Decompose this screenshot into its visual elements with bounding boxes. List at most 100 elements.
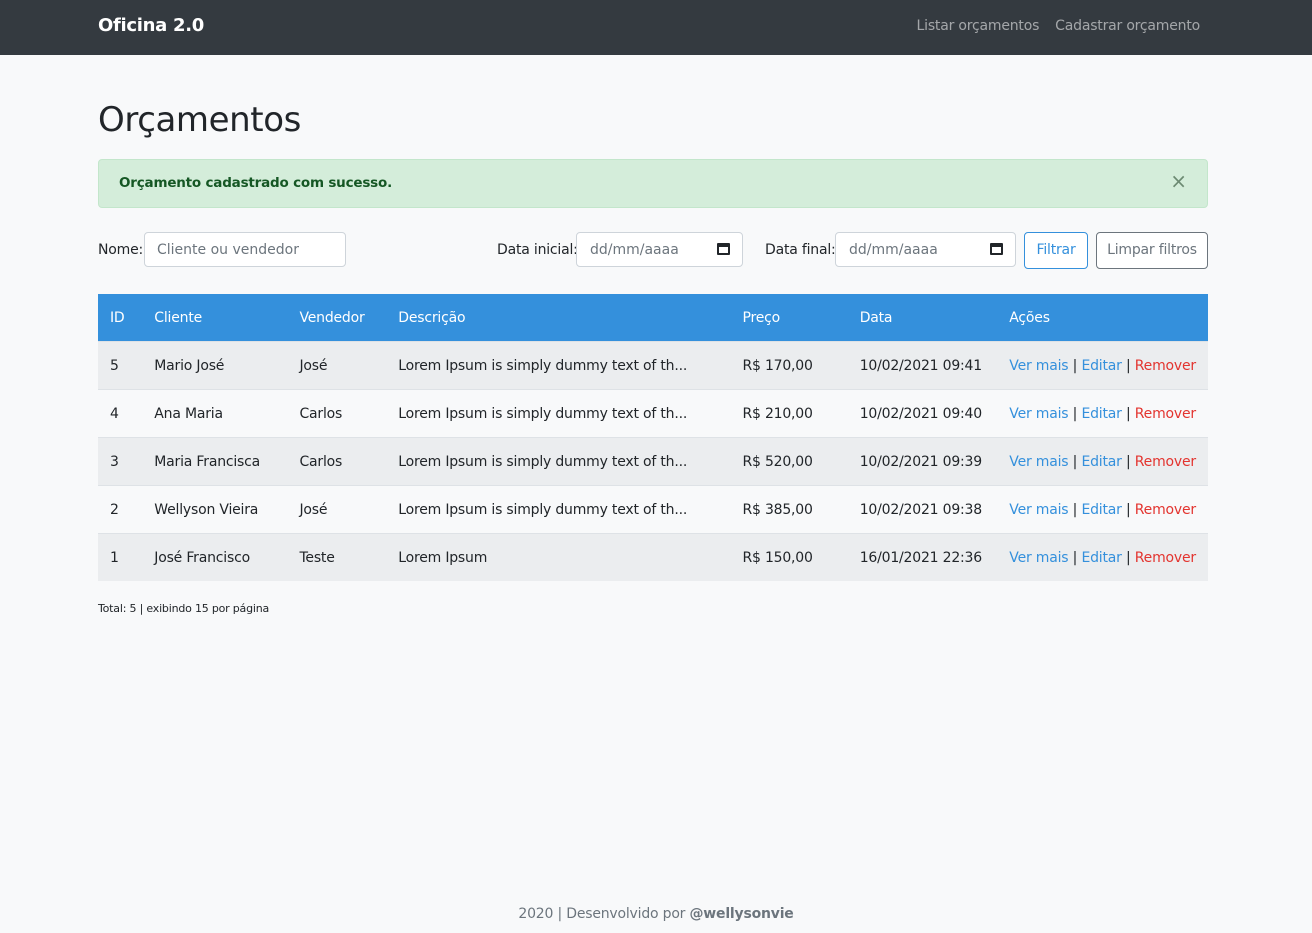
action-separator: | bbox=[1072, 501, 1078, 518]
cell-preco: R$ 150,00 bbox=[730, 533, 848, 581]
nav-link-listar[interactable]: Listar orçamentos bbox=[917, 18, 1040, 34]
action-separator: | bbox=[1072, 405, 1078, 422]
header-id: ID bbox=[110, 309, 125, 326]
start-date-placeholder: dd/mm/aaaa bbox=[590, 242, 679, 258]
footer: 2020 | Desenvolvido por @wellysonvie bbox=[0, 906, 1312, 922]
filter-form: Nome: Cliente ou vendedor Data inicial: … bbox=[98, 232, 1208, 269]
action-separator: | bbox=[1125, 453, 1131, 470]
action-separator: | bbox=[1072, 549, 1078, 566]
cell-id: 3 bbox=[98, 437, 143, 486]
action-separator: | bbox=[1125, 501, 1131, 518]
cell-vendedor: Carlos bbox=[287, 389, 387, 438]
nav-links: Listar orçamentos Cadastrar orçamento bbox=[917, 18, 1201, 34]
start-date-label: Data inicial: bbox=[497, 242, 578, 258]
name-label: Nome: bbox=[98, 242, 144, 258]
cell-acoes: Ver mais | Editar | Remover bbox=[997, 437, 1208, 486]
cell-acoes: Ver mais | Editar | Remover bbox=[997, 341, 1208, 390]
remove-link[interactable]: Remover bbox=[1135, 358, 1196, 374]
view-more-link[interactable]: Ver mais bbox=[1009, 406, 1068, 422]
view-more-link[interactable]: Ver mais bbox=[1009, 454, 1068, 470]
end-date-label: Data final: bbox=[765, 242, 836, 258]
action-separator: | bbox=[1072, 357, 1078, 374]
filter-button[interactable]: Filtrar bbox=[1024, 232, 1088, 269]
end-date-placeholder: dd/mm/aaaa bbox=[849, 242, 938, 258]
header-cliente: Cliente bbox=[154, 309, 203, 326]
navbar: Oficina 2.0 Listar orçamentos Cadastrar … bbox=[0, 0, 1312, 55]
clear-filters-button[interactable]: Limpar filtros bbox=[1096, 232, 1208, 269]
cell-descricao: Lorem Ipsum bbox=[386, 533, 731, 581]
cell-vendedor: Carlos bbox=[287, 437, 387, 486]
cell-cliente: Mario José bbox=[142, 341, 288, 390]
end-date-input[interactable]: dd/mm/aaaa bbox=[835, 232, 1016, 267]
action-separator: | bbox=[1072, 453, 1078, 470]
nav-link-cadastrar[interactable]: Cadastrar orçamento bbox=[1055, 18, 1200, 34]
cell-preco: R$ 170,00 bbox=[730, 341, 848, 390]
cell-cliente: José Francisco bbox=[142, 533, 288, 581]
cell-data: 10/02/2021 09:38 bbox=[847, 485, 998, 534]
action-separator: | bbox=[1125, 405, 1131, 422]
header-data: Data bbox=[859, 309, 893, 326]
alert-message: Orçamento cadastrado com sucesso. bbox=[119, 175, 393, 191]
header-preco: Preço bbox=[742, 309, 780, 326]
close-icon[interactable]: × bbox=[1170, 171, 1187, 191]
cell-id: 4 bbox=[98, 389, 143, 438]
page-title: Orçamentos bbox=[98, 100, 301, 140]
name-search-placeholder: Cliente ou vendedor bbox=[157, 242, 299, 258]
view-more-link[interactable]: Ver mais bbox=[1009, 502, 1068, 518]
table-row: 1 José Francisco Teste Lorem Ipsum R$ 15… bbox=[98, 533, 1208, 581]
cell-preco: R$ 210,00 bbox=[730, 389, 848, 438]
table-row: 3 Maria Francisca Carlos Lorem Ipsum is … bbox=[98, 437, 1208, 486]
cell-data: 16/01/2021 22:36 bbox=[847, 533, 998, 581]
cell-data: 10/02/2021 09:41 bbox=[847, 341, 998, 390]
pagination-summary: Total: 5 | exibindo 15 por página bbox=[98, 602, 270, 615]
name-search-input[interactable]: Cliente ou vendedor bbox=[144, 232, 346, 267]
remove-link[interactable]: Remover bbox=[1135, 454, 1196, 470]
view-more-link[interactable]: Ver mais bbox=[1009, 358, 1068, 374]
edit-link[interactable]: Editar bbox=[1081, 454, 1121, 470]
action-separator: | bbox=[1125, 549, 1131, 566]
remove-link[interactable]: Remover bbox=[1135, 406, 1196, 422]
cell-cliente: Maria Francisca bbox=[142, 437, 288, 486]
remove-link[interactable]: Remover bbox=[1135, 502, 1196, 518]
cell-acoes: Ver mais | Editar | Remover bbox=[997, 485, 1208, 534]
edit-link[interactable]: Editar bbox=[1081, 502, 1121, 518]
success-alert: Orçamento cadastrado com sucesso. × bbox=[98, 159, 1208, 208]
table-row: 4 Ana Maria Carlos Lorem Ipsum is simply… bbox=[98, 389, 1208, 438]
footer-text: 2020 | Desenvolvido por bbox=[518, 906, 690, 922]
calendar-icon[interactable] bbox=[717, 243, 730, 255]
calendar-icon[interactable] bbox=[990, 243, 1003, 255]
cell-preco: R$ 385,00 bbox=[730, 485, 848, 534]
cell-preco: R$ 520,00 bbox=[730, 437, 848, 486]
cell-vendedor: José bbox=[287, 341, 387, 390]
edit-link[interactable]: Editar bbox=[1081, 406, 1121, 422]
cell-acoes: Ver mais | Editar | Remover bbox=[997, 533, 1208, 581]
cell-id: 5 bbox=[98, 341, 143, 390]
footer-author[interactable]: @wellysonvie bbox=[690, 906, 794, 922]
table-row: 5 Mario José José Lorem Ipsum is simply … bbox=[98, 341, 1208, 390]
header-vendedor: Vendedor bbox=[299, 309, 365, 326]
table-header-row: ID Cliente Vendedor Descrição Preço Data… bbox=[98, 294, 1208, 342]
start-date-input[interactable]: dd/mm/aaaa bbox=[576, 232, 743, 267]
edit-link[interactable]: Editar bbox=[1081, 358, 1121, 374]
table-row: 2 Wellyson Vieira José Lorem Ipsum is si… bbox=[98, 485, 1208, 534]
edit-link[interactable]: Editar bbox=[1081, 550, 1121, 566]
cell-data: 10/02/2021 09:40 bbox=[847, 389, 998, 438]
cell-data: 10/02/2021 09:39 bbox=[847, 437, 998, 486]
header-acoes: Ações bbox=[1009, 309, 1050, 326]
header-descricao: Descrição bbox=[398, 309, 466, 326]
cell-cliente: Ana Maria bbox=[142, 389, 288, 438]
cell-vendedor: Teste bbox=[287, 533, 387, 581]
cell-descricao: Lorem Ipsum is simply dummy text of th..… bbox=[386, 341, 731, 390]
cell-descricao: Lorem Ipsum is simply dummy text of th..… bbox=[386, 485, 731, 534]
view-more-link[interactable]: Ver mais bbox=[1009, 550, 1068, 566]
remove-link[interactable]: Remover bbox=[1135, 550, 1196, 566]
cell-vendedor: José bbox=[287, 485, 387, 534]
cell-id: 2 bbox=[98, 485, 143, 534]
cell-id: 1 bbox=[98, 533, 143, 581]
budgets-table: ID Cliente Vendedor Descrição Preço Data… bbox=[98, 294, 1208, 581]
cell-acoes: Ver mais | Editar | Remover bbox=[997, 389, 1208, 438]
cell-descricao: Lorem Ipsum is simply dummy text of th..… bbox=[386, 437, 731, 486]
brand-logo[interactable]: Oficina 2.0 bbox=[98, 15, 204, 36]
cell-cliente: Wellyson Vieira bbox=[142, 485, 288, 534]
action-separator: | bbox=[1125, 357, 1131, 374]
